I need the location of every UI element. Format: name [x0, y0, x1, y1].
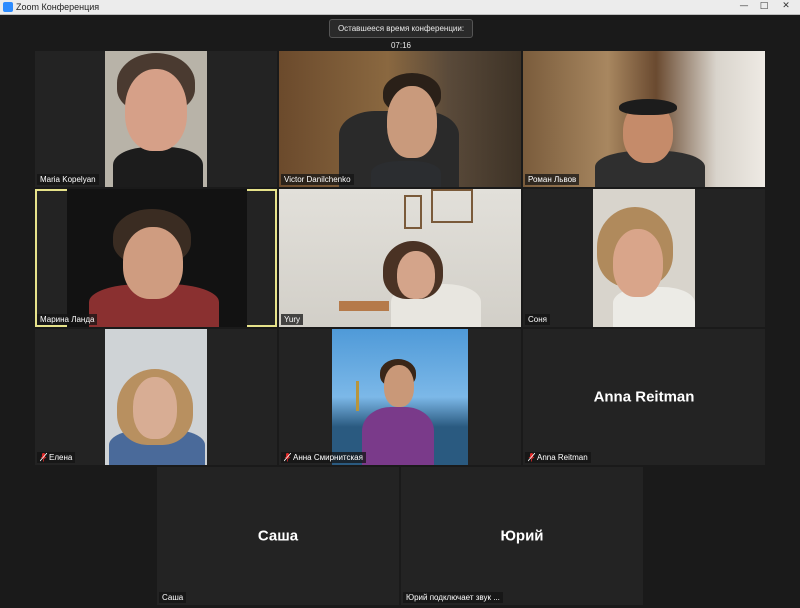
participant-tile[interactable]: Maria Kopelyan	[35, 51, 277, 187]
mic-muted-icon	[528, 453, 535, 462]
participant-video	[67, 189, 247, 327]
participant-name: Марина Ланда	[40, 315, 95, 324]
participant-tile[interactable]: Анна Смирнитская	[279, 329, 521, 465]
minimize-button[interactable]: —	[736, 1, 752, 12]
participant-name: Юрий подключает звук ...	[406, 593, 500, 602]
participant-name-label: Юрий подключает звук ...	[403, 592, 503, 603]
participant-video	[279, 189, 521, 327]
participant-name-label: Саша	[159, 592, 187, 603]
participant-tile[interactable]: Victor Danilchenko	[279, 51, 521, 187]
participant-name-label: Yury	[281, 314, 304, 325]
zoom-window: Zoom Конференция — □ ✕ Оставшееся время …	[0, 0, 800, 608]
participant-tile[interactable]: Соня	[523, 189, 765, 327]
participant-tile-active-speaker[interactable]: Марина Ланда	[35, 189, 277, 327]
participant-name-label: Елена	[37, 452, 76, 463]
close-button[interactable]: ✕	[778, 1, 794, 12]
participant-video	[593, 189, 695, 327]
participant-name-label: Anna Reitman	[525, 452, 591, 463]
participant-name: Victor Danilchenko	[284, 175, 351, 184]
window-title: Zoom Конференция	[16, 2, 100, 12]
participant-video	[105, 51, 207, 187]
participant-video	[105, 329, 207, 465]
participant-name-label: Victor Danilchenko	[281, 174, 354, 185]
participant-tile-video-off[interactable]: Юрий Юрий подключает звук ...	[401, 467, 643, 605]
participant-tile-video-off[interactable]: Саша Саша	[157, 467, 399, 605]
maximize-button[interactable]: □	[756, 1, 772, 12]
participant-name: Роман Львов	[528, 175, 577, 184]
participant-name: Соня	[528, 315, 547, 324]
participant-name: Анна Смирнитская	[293, 453, 363, 462]
participant-name-label: Марина Ланда	[37, 314, 98, 325]
participant-tile[interactable]: Роман Львов	[523, 51, 765, 187]
title-bar: Zoom Конференция — □ ✕	[0, 0, 800, 15]
participant-name-label: Анна Смирнитская	[281, 452, 366, 463]
participant-tile[interactable]: Yury	[279, 189, 521, 327]
participant-tile-video-off[interactable]: Anna Reitman Anna Reitman	[523, 329, 765, 465]
participant-name: Maria Kopelyan	[40, 175, 96, 184]
participant-name-label: Соня	[525, 314, 550, 325]
participant-video	[523, 51, 765, 187]
mic-muted-icon	[40, 453, 47, 462]
participant-video	[332, 329, 468, 465]
participant-display-name: Саша	[257, 527, 299, 545]
participant-video	[279, 51, 521, 187]
participant-name-label: Роман Львов	[525, 174, 580, 185]
participant-tile[interactable]: Елена	[35, 329, 277, 465]
zoom-app-icon	[3, 2, 13, 12]
participant-display-name: Юрий	[500, 527, 544, 545]
participant-name: Саша	[162, 593, 184, 602]
participant-name: Yury	[284, 315, 301, 324]
participant-name: Anna Reitman	[537, 453, 588, 462]
participant-name-label: Maria Kopelyan	[37, 174, 99, 185]
participant-display-name: Anna Reitman	[593, 388, 695, 406]
mic-muted-icon	[284, 453, 291, 462]
participant-name: Елена	[49, 453, 73, 462]
meeting-time-remaining: Оставшееся время конференции: 07:16	[329, 19, 473, 50]
